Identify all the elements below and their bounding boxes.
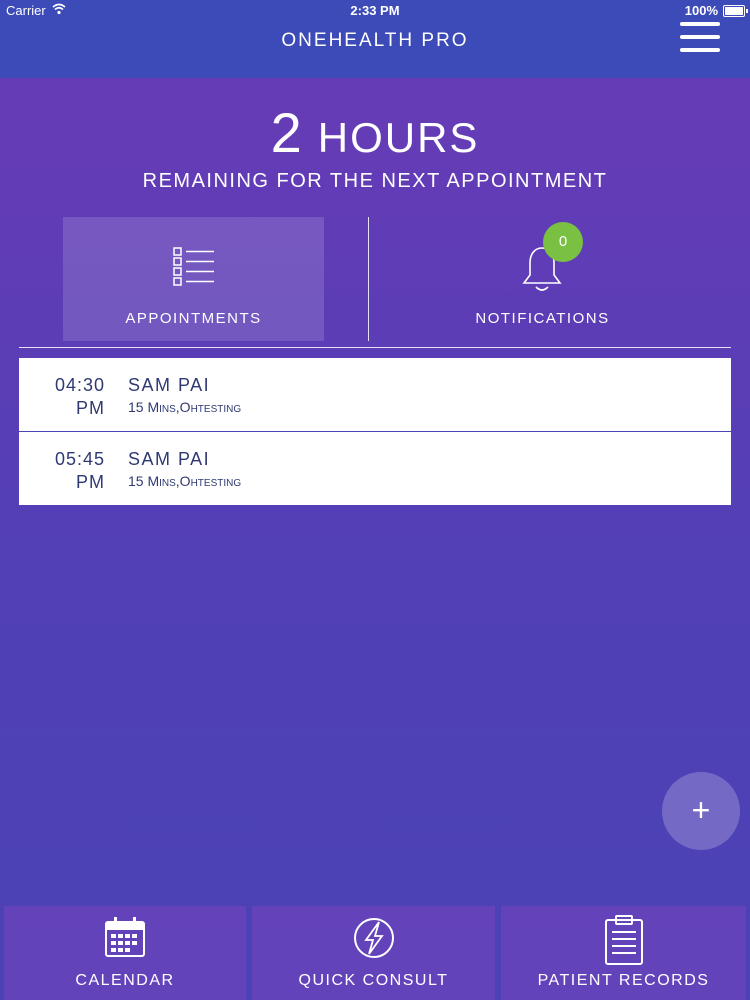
- tab-appointments[interactable]: APPOINTMENTS: [63, 217, 324, 341]
- tab-divider: [368, 217, 369, 341]
- notification-count-badge: 0: [543, 222, 583, 262]
- appointment-meridiem: PM: [76, 472, 105, 492]
- nav-calendar-label: CALENDAR: [75, 972, 175, 989]
- appointment-detail: 15 Mins,Ohtesting: [128, 399, 242, 415]
- calendar-icon: [104, 916, 146, 963]
- appointment-row[interactable]: 05:45 PM SAM PAI 15 Mins,Ohtesting: [19, 432, 731, 505]
- checklist-icon: [173, 247, 215, 292]
- appointment-time: 05:45: [54, 449, 105, 469]
- nav-bar: ONEHEALTH PRO: [0, 22, 750, 78]
- nav-quick-consult-label: QUICK CONSULT: [298, 972, 449, 989]
- appointment-meridiem: PM: [76, 398, 105, 418]
- tab-notifications[interactable]: NOTIFICATIONS: [372, 217, 713, 341]
- nav-patient-records-label: PATIENT RECORDS: [537, 972, 710, 989]
- nav-quick-consult[interactable]: QUICK CONSULT: [252, 906, 495, 1000]
- status-time: 2:33 PM: [350, 3, 400, 18]
- nav-patient-records[interactable]: PATIENT RECORDS: [501, 906, 746, 1000]
- countdown-display: 2 HOURS: [0, 100, 750, 165]
- clipboard-icon: [604, 914, 644, 971]
- battery-percentage: 100%: [684, 3, 718, 18]
- patient-name: SAM PAI: [128, 375, 211, 395]
- app-title: ONEHEALTH PRO: [281, 30, 469, 51]
- bottom-nav: CALENDAR QUICK CONSULT PATIENT RECORDS: [0, 900, 750, 1000]
- section-divider: [19, 347, 731, 348]
- plus-icon: +: [691, 792, 711, 828]
- tab-notifications-label: NOTIFICATIONS: [475, 310, 610, 327]
- countdown-subtitle: REMAINING FOR THE NEXT APPOINTMENT: [142, 170, 608, 192]
- add-appointment-button[interactable]: +: [662, 772, 740, 850]
- lightning-bolt-icon: [352, 916, 396, 965]
- appointment-list: 04:30 PM SAM PAI 15 Mins,Ohtesting 05:45…: [19, 358, 731, 505]
- status-bar: Carrier 2:33 PM 100%: [0, 0, 750, 22]
- hamburger-menu-icon[interactable]: [680, 22, 720, 54]
- appointment-detail: 15 Mins,Ohtesting: [128, 473, 242, 489]
- appointment-time: 04:30: [54, 375, 105, 395]
- battery-icon: [723, 5, 748, 17]
- nav-calendar[interactable]: CALENDAR: [4, 906, 246, 1000]
- patient-name: SAM PAI: [128, 449, 211, 469]
- tab-appointments-label: APPOINTMENTS: [125, 310, 262, 327]
- appointment-row[interactable]: 04:30 PM SAM PAI 15 Mins,Ohtesting: [19, 358, 731, 432]
- countdown-unit: HOURS: [317, 114, 480, 161]
- countdown-number: 2: [270, 101, 304, 164]
